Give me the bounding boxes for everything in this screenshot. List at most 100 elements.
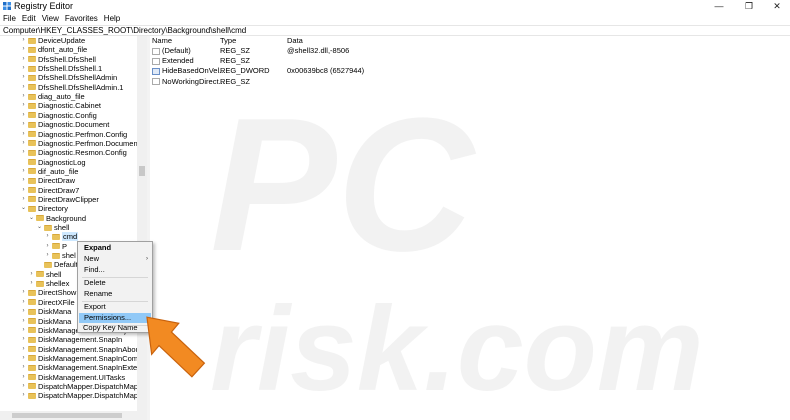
expand-chevron-icon[interactable]: › [20,391,27,400]
tree-item[interactable]: › DiskMana [20,307,72,316]
tree-item[interactable]: › DiskManagement.UITasks [20,373,126,382]
expand-chevron-icon[interactable]: › [20,55,27,64]
expanded-chevron-icon[interactable]: ⌄ [28,214,35,223]
tree-item[interactable]: › DiskMana [20,317,72,326]
expand-chevron-icon[interactable]: › [28,270,35,279]
expand-chevron-icon[interactable]: › [20,148,27,157]
tree-item[interactable]: › shell [28,270,62,279]
column-name[interactable]: Name [152,36,172,46]
menu-permissions[interactable]: Permissions... [79,313,151,323]
tree-scroll-thumb[interactable] [139,166,145,176]
expand-chevron-icon[interactable]: › [20,83,27,92]
expand-chevron-icon[interactable]: › [20,186,27,195]
tree-item[interactable]: › shellex [28,279,70,288]
menu-rename[interactable]: Rename [79,289,151,299]
tree-item[interactable]: › DispatchMapper.DispatchMapper [20,391,148,400]
expand-chevron-icon[interactable]: › [20,195,27,204]
tree-item[interactable]: › DirectDraw7 [20,186,80,195]
expand-chevron-icon[interactable]: › [20,307,27,316]
tree-item[interactable]: ⌄ shell [36,223,69,232]
tree-item[interactable]: › Diagnostic.Perfmon.Config [20,130,128,139]
tree-vertical-scrollbar[interactable] [137,36,147,411]
tree-item[interactable]: › DirectXFile [20,298,75,307]
expand-chevron-icon[interactable]: › [20,73,27,82]
tree-item[interactable]: › cmd [44,232,79,242]
expand-chevron-icon[interactable]: › [20,345,27,354]
expand-chevron-icon[interactable]: › [44,242,51,251]
expanded-chevron-icon[interactable]: ⌄ [36,223,43,232]
expanded-chevron-icon[interactable]: ⌄ [20,204,27,213]
value-row[interactable]: Extended REG_SZ [150,56,790,66]
menu-new[interactable]: New › [79,254,151,264]
expand-chevron-icon[interactable]: › [20,335,27,344]
tree-item[interactable]: ⌄ Directory [20,204,68,213]
menu-view[interactable]: View [39,13,62,25]
menu-file[interactable]: File [0,13,19,25]
tree-item[interactable]: › dif_auto_file [20,167,79,176]
value-row[interactable]: HideBasedOnVel... REG_DWORD 0x00639bc8 (65… [150,66,790,76]
expand-chevron-icon[interactable]: › [20,92,27,101]
tree-item[interactable]: › diag_auto_file [20,92,85,101]
expand-chevron-icon[interactable]: › [20,64,27,73]
value-row[interactable]: NoWorkingDirect... REG_SZ [150,77,790,87]
expand-chevron-icon[interactable]: › [20,101,27,110]
tree-item[interactable]: › DiskManagement.SnapInAbout [20,345,142,354]
tree-item[interactable]: › DeviceUpdate [20,36,86,45]
expand-chevron-icon[interactable]: › [44,251,51,260]
menu-export[interactable]: Export [79,302,151,312]
expand-chevron-icon[interactable]: › [20,120,27,129]
expand-chevron-icon[interactable]: › [20,45,27,54]
expand-chevron-icon[interactable]: › [20,111,27,120]
maximize-button[interactable]: ❐ [736,0,762,13]
value-row[interactable]: (Default) REG_SZ @shell32.dll,-8506 [150,46,790,56]
tree-item[interactable]: › DfsShell.DfsShell [20,55,96,64]
expand-chevron-icon[interactable]: › [20,354,27,363]
menu-favorites[interactable]: Favorites [62,13,101,25]
pane-splitter[interactable] [147,36,150,420]
tree-item[interactable]: › DirectShow [20,288,77,297]
tree-item[interactable]: › DfsShell.DfsShellAdmin.1 [20,83,124,92]
tree-item[interactable]: › DfsShell.DfsShellAdmin [20,73,118,82]
tree-item[interactable]: › DispatchMapper.DispatchMapper [20,382,148,391]
expand-chevron-icon[interactable]: › [20,130,27,139]
expand-chevron-icon[interactable]: › [28,279,35,288]
expand-chevron-icon[interactable]: › [20,167,27,176]
menu-help[interactable]: Help [101,13,123,25]
expand-chevron-icon[interactable]: › [20,288,27,297]
column-data[interactable]: Data [287,36,303,46]
tree-item[interactable]: › Diagnostic.Perfmon.Document [20,139,140,148]
menu-copy-key-name[interactable]: Copy Key Name [78,323,150,333]
tree-item[interactable]: › dfont_auto_file [20,45,88,54]
tree-item[interactable]: › DfsShell.DfsShell.1 [20,64,103,73]
tree-item[interactable]: › DiskManagement.SnapIn [20,335,123,344]
menu-expand[interactable]: Expand [79,243,151,253]
tree-item[interactable]: ⌄ Background [28,214,86,223]
expand-chevron-icon[interactable]: › [20,176,27,185]
menu-find[interactable]: Find... [79,265,151,275]
tree-item[interactable]: › shel [44,251,76,260]
expand-chevron-icon[interactable]: › [44,232,51,241]
minimize-button[interactable]: — [706,0,732,13]
expand-chevron-icon[interactable]: › [20,363,27,372]
tree-item[interactable]: › Diagnostic.Config [20,111,97,120]
expand-chevron-icon[interactable]: › [20,373,27,382]
tree-item[interactable]: Default [36,260,78,269]
expand-chevron-icon[interactable]: › [20,326,27,335]
expand-chevron-icon[interactable]: › [20,36,27,45]
expand-chevron-icon[interactable]: › [20,382,27,391]
tree-item[interactable]: › DiskManagement.SnapInExtensic [20,363,148,372]
column-type[interactable]: Type [220,36,236,46]
expand-chevron-icon[interactable]: › [20,139,27,148]
tree-item[interactable]: DiagnosticLog [20,158,86,167]
tree-item[interactable]: › DirectDrawClipper [20,195,99,204]
tree-item[interactable]: › DirectDraw [20,176,76,185]
expand-chevron-icon[interactable]: › [20,317,27,326]
address-bar[interactable]: Computer\HKEY_CLASSES_ROOT\Directory\Bac… [0,25,790,36]
close-button[interactable]: ✕ [764,0,790,13]
menu-edit[interactable]: Edit [19,13,39,25]
menu-delete[interactable]: Delete [79,278,151,288]
tree-hscroll-thumb[interactable] [12,413,122,418]
tree-item[interactable]: › DiskManagement.SnapInCompor [20,354,148,363]
tree-item[interactable]: › Diagnostic.Document [20,120,110,129]
tree-item[interactable]: › Diagnostic.Resmon.Config [20,148,127,157]
